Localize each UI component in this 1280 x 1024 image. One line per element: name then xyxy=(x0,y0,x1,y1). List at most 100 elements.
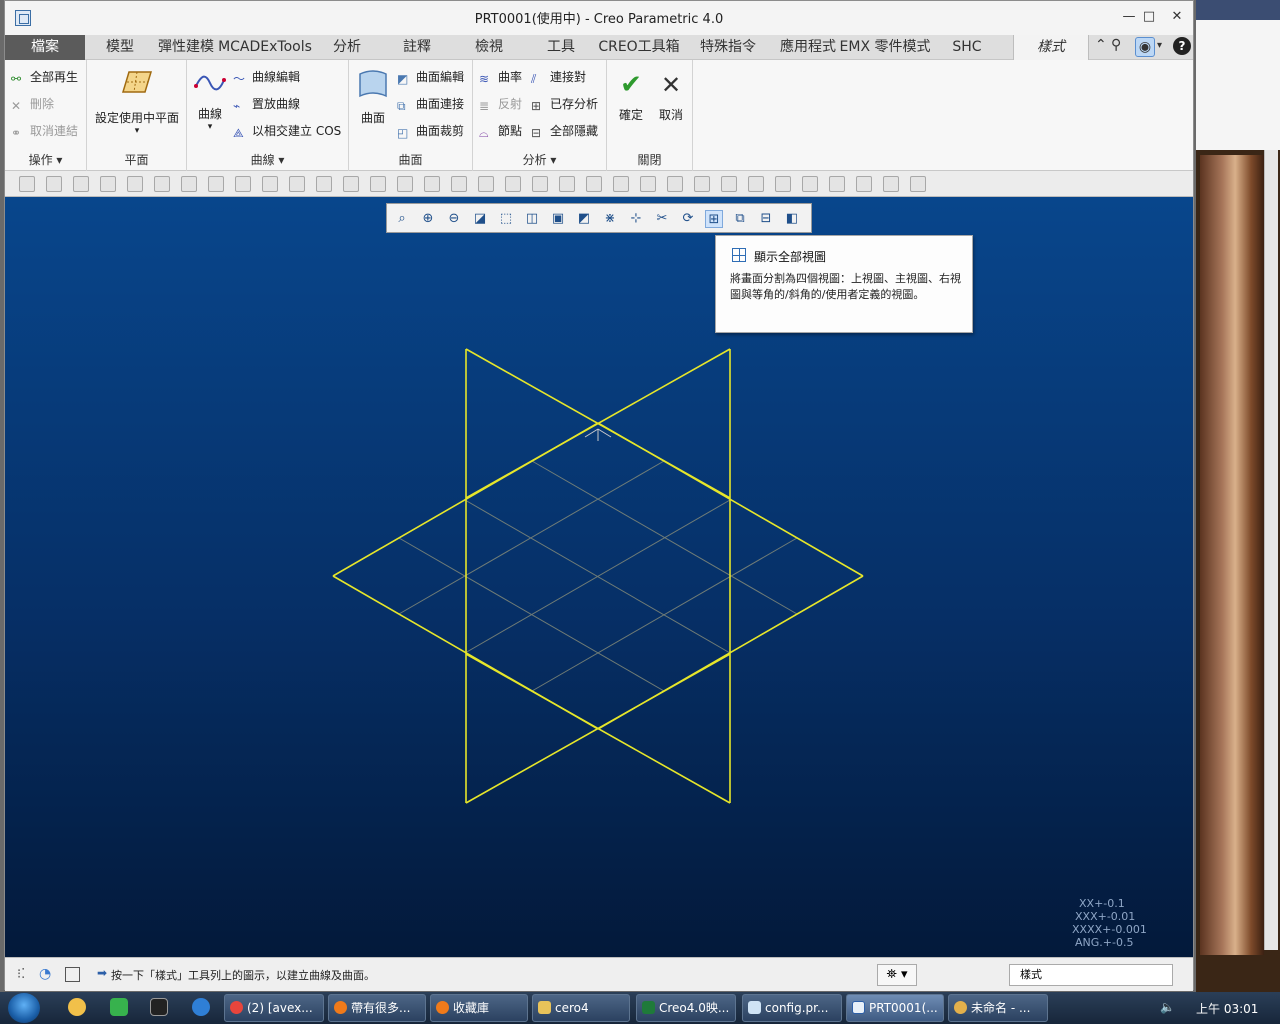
group-analysis-label[interactable]: 分析 ▾ xyxy=(473,151,606,168)
taskbar-item-notepad[interactable]: config.pr... xyxy=(742,994,842,1022)
more-icon[interactable] xyxy=(910,176,926,192)
close-window-icon[interactable] xyxy=(235,176,251,192)
start-button[interactable] xyxy=(8,993,40,1023)
search-icon[interactable]: ⚲ xyxy=(1111,37,1121,53)
view-manager-icon[interactable]: ▣ xyxy=(549,210,567,228)
unlink-button[interactable]: ⚭ 取消連結 xyxy=(11,122,78,140)
print-icon[interactable] xyxy=(100,176,116,192)
sketch-icon[interactable] xyxy=(397,176,413,192)
curvature-button[interactable]: ≋ 曲率 xyxy=(479,68,522,86)
spin-center-icon[interactable]: ⊹ xyxy=(627,210,645,228)
sphere-icon[interactable] xyxy=(640,176,656,192)
new-icon[interactable] xyxy=(19,176,35,192)
tab-file[interactable]: 檔案 xyxy=(5,35,85,60)
tab-view[interactable]: 檢視 xyxy=(467,35,511,60)
taskbar-item-firefox[interactable]: 帶有很多... xyxy=(328,994,426,1022)
tab-applications[interactable]: 應用程式 xyxy=(775,35,841,60)
tab-special-commands[interactable]: 特殊指令 xyxy=(695,35,761,60)
save-icon[interactable] xyxy=(73,176,89,192)
set-active-plane-button[interactable]: 設定使用中平面 ▾ xyxy=(93,68,181,136)
taskbar-item-creo[interactable]: PRT0001(... xyxy=(846,994,944,1022)
exit-icon[interactable] xyxy=(883,176,899,192)
repaint-icon[interactable]: ◪ xyxy=(471,210,489,228)
taskbar-item-firefox-library[interactable]: 收藏庫 xyxy=(430,994,528,1022)
mesh-icon[interactable] xyxy=(613,176,629,192)
note-icon[interactable] xyxy=(370,176,386,192)
model-tree-toggle-icon[interactable]: ⁝⁚ xyxy=(17,967,25,982)
perspective-icon[interactable]: ◩ xyxy=(575,210,593,228)
browser-toggle-icon[interactable]: ◔ xyxy=(39,966,51,982)
fullscreen-toggle-icon[interactable] xyxy=(65,967,80,982)
hide-all-button[interactable]: ⊟ 全部隱藏 xyxy=(531,122,598,140)
tab-analysis[interactable]: 分析 xyxy=(325,35,369,60)
tab-flexible-modeling[interactable]: 彈性建模 xyxy=(155,35,217,60)
saved-analysis-button[interactable]: ⊞ 已存分析 xyxy=(531,95,598,113)
settings-icon[interactable] xyxy=(667,176,683,192)
annotation-display-icon[interactable]: ✂ xyxy=(653,210,671,228)
csys-icon[interactable] xyxy=(505,176,521,192)
line-app-icon[interactable] xyxy=(110,998,128,1016)
tab-shc[interactable]: SHC xyxy=(945,35,989,60)
taskbar-item-excel[interactable]: Creo4.0映... xyxy=(636,994,736,1022)
point-icon[interactable] xyxy=(478,176,494,192)
pinned-app-icon[interactable] xyxy=(68,998,86,1016)
regen-icon[interactable] xyxy=(181,176,197,192)
group-operations-label[interactable]: 操作 ▾ xyxy=(5,151,86,168)
delete-button[interactable]: ✕ 刪除 xyxy=(11,95,54,113)
tab-creo-toolbox[interactable]: CREO工具箱 xyxy=(595,35,683,60)
taskbar-item-paint[interactable]: 未命名 - ... xyxy=(948,994,1048,1022)
find-binoculars-icon[interactable]: ⛯ ▾ xyxy=(877,964,917,986)
graphics-viewport[interactable]: ⌕ ⊕ ⊖ ◪ ⬚ ◫ ▣ ◩ ⋇ ⊹ ✂ ⟳ ⊞ ⧉ ⊟ ◧ 顯示全部視圖 將畫面分割為四個視圖：上視圖、主… xyxy=(5,197,1193,957)
refit-icon[interactable]: ⌕ xyxy=(393,210,411,228)
cancel-button[interactable]: ✕ 取消 xyxy=(653,70,689,123)
clock[interactable]: 上午 03:01 xyxy=(1196,1000,1258,1017)
curve-edit-button[interactable]: 〜曲線編輯 xyxy=(233,68,300,86)
analysis-icon[interactable] xyxy=(532,176,548,192)
connection-pair-button[interactable]: ⫽ 連接對 xyxy=(531,68,586,86)
taskbar-item-chrome[interactable]: (2) [avex... xyxy=(224,994,324,1022)
paste-icon[interactable] xyxy=(154,176,170,192)
four-views-icon[interactable]: ⊞ xyxy=(705,210,723,228)
curve-button[interactable]: 曲線 ▾ xyxy=(193,72,227,132)
datum-display-icon[interactable]: ⋇ xyxy=(601,210,619,228)
axis-icon[interactable] xyxy=(451,176,467,192)
selection-filter[interactable]: 樣式 xyxy=(1009,964,1173,986)
ok-button[interactable]: ✔ 確定 xyxy=(613,70,649,123)
tab-annotate[interactable]: 註釋 xyxy=(395,35,439,60)
dimension-icon[interactable] xyxy=(343,176,359,192)
view-icon[interactable] xyxy=(829,176,845,192)
speaker-icon[interactable]: 🔈 xyxy=(1160,1000,1175,1014)
help-center-icon[interactable]: ◉ xyxy=(1135,37,1155,57)
tab-tools[interactable]: 工具 xyxy=(539,35,583,60)
window-icon[interactable] xyxy=(208,176,224,192)
tab-mcadextools[interactable]: MCADExTools xyxy=(215,35,315,60)
maximize-button[interactable]: □ xyxy=(1135,7,1163,27)
undo-icon[interactable] xyxy=(289,176,305,192)
layer-icon[interactable] xyxy=(262,176,278,192)
orientation-icon[interactable]: ⟳ xyxy=(679,210,697,228)
tab-emx-part[interactable]: EMX 零件模式 xyxy=(835,35,935,60)
surface-connect-button[interactable]: ⧉ 曲面連接 xyxy=(397,95,464,113)
surface-quick-icon[interactable] xyxy=(586,176,602,192)
surface-trim-button[interactable]: ◰ 曲面裁剪 xyxy=(397,122,464,140)
wave-icon[interactable] xyxy=(748,176,764,192)
palette-icon[interactable] xyxy=(694,176,710,192)
shade-icon[interactable] xyxy=(721,176,737,192)
cos-intersect-button[interactable]: ⟁ 以相交建立 COS xyxy=(233,122,341,140)
saved-views-icon[interactable]: ◫ xyxy=(523,210,541,228)
zoom-out-icon[interactable]: ⊖ xyxy=(445,210,463,228)
view-layout-icon[interactable]: ⧉ xyxy=(731,210,749,228)
frame-icon[interactable] xyxy=(775,176,791,192)
chevron-down-icon[interactable]: ▾ xyxy=(1157,40,1162,51)
ie-icon[interactable] xyxy=(192,998,210,1016)
reflection-button[interactable]: ≣ 反射 xyxy=(479,95,522,113)
regenerate-all-button[interactable]: ⚯ 全部再生 xyxy=(11,68,78,86)
redo-icon[interactable] xyxy=(316,176,332,192)
collapse-ribbon-icon[interactable]: ⌃ xyxy=(1095,37,1107,53)
close-button[interactable]: ✕ xyxy=(1163,7,1191,27)
display-style-icon[interactable]: ⬚ xyxy=(497,210,515,228)
datum-icon[interactable] xyxy=(424,176,440,192)
surface-edit-button[interactable]: ◩ 曲面編輯 xyxy=(397,68,464,86)
background-scrollbar[interactable] xyxy=(1264,150,1278,950)
ball-icon[interactable] xyxy=(802,176,818,192)
